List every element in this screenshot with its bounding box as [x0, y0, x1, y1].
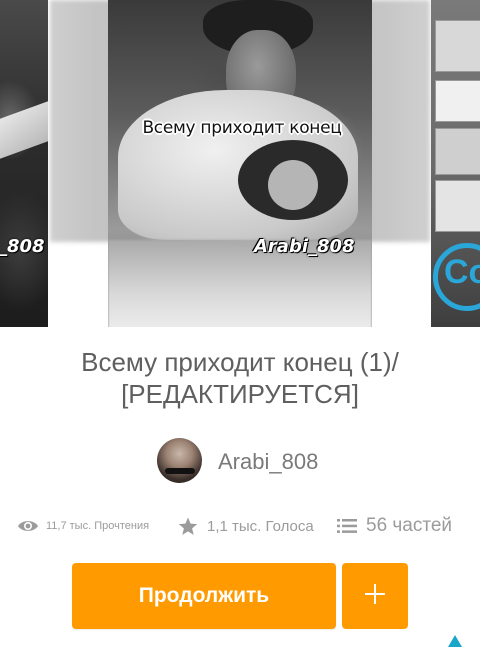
add-to-library-button[interactable] — [342, 563, 408, 629]
cover-caption: Всему приходит конец — [142, 118, 342, 138]
star-icon — [178, 517, 198, 536]
parts-stat[interactable]: 56 частей — [337, 512, 452, 540]
cover-carousel[interactable]: _808 Всему приходит конец Arabi_808 Co — [0, 0, 480, 330]
parts-count[interactable]: 56 частей — [366, 515, 452, 537]
votes-count: 1,1 тыс. Голоса — [207, 517, 314, 535]
next-story-cover[interactable]: Co — [431, 0, 480, 327]
reads-count: 11,7 тыс. Прочтения — [46, 520, 150, 532]
reads-stat: 11,7 тыс. Прочтения — [17, 512, 149, 540]
list-icon — [337, 518, 357, 534]
next-cover-badge: Co — [433, 243, 480, 311]
continue-reading-button[interactable]: Продолжить — [72, 563, 336, 629]
story-stats: 11,7 тыс. Прочтения 1,1 тыс. Голоса 56 ч… — [0, 512, 480, 540]
author-row[interactable]: Arabi_808 — [0, 438, 480, 484]
previous-story-cover[interactable]: _808 — [0, 0, 48, 327]
previous-cover-watermark: _808 — [0, 236, 45, 257]
votes-stat: 1,1 тыс. Голоса — [178, 512, 314, 540]
story-title: Всему приходит конец (1)/ [РЕДАКТИРУЕТСЯ… — [81, 347, 399, 409]
cover-watermark: Arabi_808 — [254, 236, 355, 257]
plus-icon — [364, 583, 386, 610]
eye-icon — [17, 519, 39, 533]
scroll-up-arrow-icon[interactable] — [448, 634, 462, 647]
avatar[interactable] — [157, 438, 202, 483]
author-name[interactable]: Arabi_808 — [218, 449, 318, 475]
story-cover-image[interactable]: Всему приходит конец Arabi_808 — [108, 0, 372, 327]
